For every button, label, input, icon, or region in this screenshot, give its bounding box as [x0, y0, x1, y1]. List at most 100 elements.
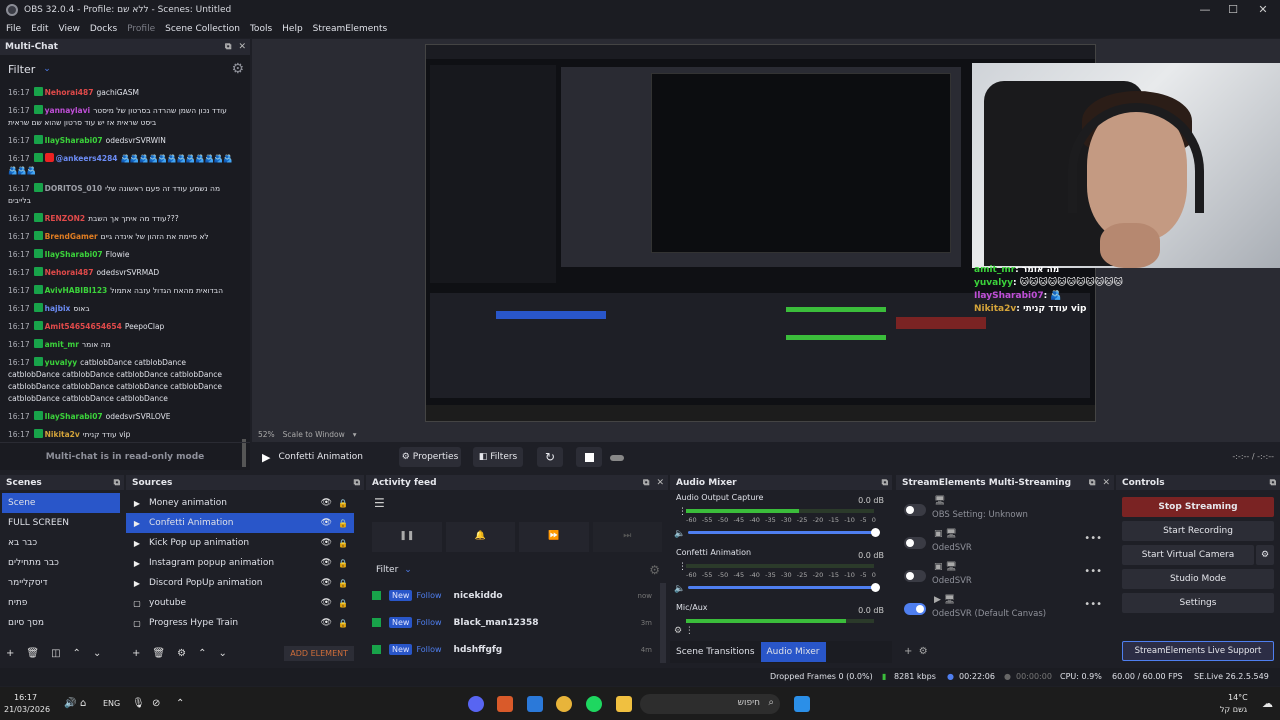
tab-audio-mixer[interactable]: Audio Mixer [760, 642, 826, 662]
menu-profile[interactable]: Profile [127, 24, 155, 34]
scrollbar[interactable] [660, 583, 666, 663]
network-icon[interactable]: ⌂ [80, 698, 86, 709]
chat-username[interactable]: Nehorai487 [45, 88, 94, 97]
bell-icon[interactable]: 🔔 [445, 522, 515, 552]
channel-menu-icon[interactable]: ⋮ [678, 562, 687, 572]
lock-icon[interactable]: 🔒 [338, 599, 348, 608]
trash-icon[interactable]: 🗑 [26, 648, 39, 659]
maximize-button[interactable]: ☐ [1218, 2, 1248, 18]
visibility-eye-icon[interactable]: 👁 [321, 518, 332, 528]
skip-icon[interactable]: ⏩ [519, 522, 589, 552]
source-item[interactable]: ▶ Money animation 👁 🔒 [126, 493, 354, 513]
live-support-button[interactable]: StreamElements Live Support [1122, 641, 1274, 661]
stream-toggle[interactable] [904, 570, 926, 582]
discord-icon[interactable] [468, 696, 484, 712]
gear-icon[interactable]: ⚙ [649, 558, 660, 582]
scene-item[interactable]: Scene [2, 493, 120, 513]
lock-icon[interactable]: 🔒 [338, 559, 348, 568]
mute-icon[interactable]: ⊘ [152, 698, 160, 709]
menu-docks[interactable]: Docks [90, 24, 117, 34]
down-icon[interactable]: ⌄ [93, 648, 101, 659]
chat-username[interactable]: yuvalyy [45, 358, 78, 367]
chat-username[interactable]: Amit54654654654 [45, 322, 122, 331]
lock-icon[interactable]: 🔒 [338, 579, 348, 588]
menu-view[interactable]: View [59, 24, 80, 34]
close-icon[interactable]: ✕ [656, 478, 664, 488]
start-virtual-camera-button[interactable]: Start Virtual Camera [1122, 545, 1254, 565]
close-icon[interactable]: ✕ [238, 42, 246, 52]
scene-item[interactable]: כבר בא [2, 533, 120, 553]
pause-icon[interactable]: ❚❚ [372, 522, 442, 552]
start-recording-button[interactable]: Start Recording [1122, 521, 1274, 541]
menu-edit[interactable]: Edit [31, 24, 48, 34]
more-icon[interactable]: ••• [1084, 566, 1102, 577]
lock-icon[interactable]: 🔒 [338, 539, 348, 548]
menu-help[interactable]: Help [282, 24, 303, 34]
visibility-eye-icon[interactable]: 👁 [321, 598, 332, 608]
more-icon[interactable]: ••• [1084, 599, 1102, 610]
lock-icon[interactable]: 🔒 [338, 519, 348, 528]
activity-item[interactable]: New Follow nicekiddo now [366, 582, 658, 609]
chat-username[interactable]: hajbix [45, 304, 71, 313]
mic-icon[interactable]: 🎙 [132, 698, 145, 709]
chat-username[interactable]: @ankeers4284 [56, 154, 118, 163]
tab-scene-transitions[interactable]: Scene Transitions [670, 647, 761, 657]
menu-streamelements[interactable]: StreamElements [313, 24, 388, 34]
float-icon[interactable]: ⧉ [114, 478, 120, 488]
volume-slider[interactable] [688, 528, 880, 537]
close-button[interactable]: ✕ [1248, 2, 1278, 18]
visibility-eye-icon[interactable]: 👁 [321, 538, 332, 548]
menu-scene-collection[interactable]: Scene Collection [165, 24, 240, 34]
close-icon[interactable]: ✕ [1102, 478, 1110, 488]
menu-icon[interactable]: ☰ [366, 490, 668, 516]
scene-item[interactable]: FULL SCREEN [2, 513, 120, 533]
windows-start-icon[interactable] [794, 696, 810, 712]
float-icon[interactable]: ⧉ [1089, 478, 1095, 488]
add-icon[interactable]: + [6, 648, 14, 659]
speaker-icon[interactable]: 🔈 [674, 529, 685, 539]
preview-area[interactable]: amit_mr: מה אומר yuvalyy: 🐱🐱🐱🐱🐱🐱🐱🐱🐱🐱🐱 Ilay… [252, 39, 1280, 442]
chat-username[interactable]: IlaySharabi07 [45, 136, 103, 145]
activity-item[interactable]: New Follow Black_man12358 3m [366, 609, 658, 636]
tray-expand-icon[interactable]: ⌃ [176, 698, 184, 709]
studio-mode-button[interactable]: Studio Mode [1122, 569, 1274, 589]
float-icon[interactable]: ⧉ [354, 478, 360, 488]
visibility-eye-icon[interactable]: 👁 [321, 578, 332, 588]
spotify-icon[interactable] [586, 696, 602, 712]
stream-toggle[interactable] [904, 537, 926, 549]
chat-username[interactable]: IlaySharabi07 [45, 250, 103, 259]
source-item[interactable]: ▶ Discord PopUp animation 👁 🔒 [126, 573, 354, 593]
restart-button[interactable]: ↻ [537, 447, 563, 467]
gear-icon[interactable]: ⚙ [231, 61, 244, 77]
obs-taskbar-icon[interactable] [497, 696, 513, 712]
down-icon[interactable]: ⌄ [218, 648, 226, 659]
volume-slider[interactable] [688, 583, 880, 592]
activity-item[interactable]: New Follow hdshffgfg 4m [366, 636, 658, 663]
next-icon[interactable]: ⏭ [592, 522, 662, 552]
stream-toggle[interactable] [904, 504, 926, 516]
menu-file[interactable]: File [6, 24, 21, 34]
filter-icon[interactable]: ◫ [51, 648, 60, 659]
source-item[interactable]: ▢ Progress Hype Train 👁 🔒 [126, 613, 354, 633]
scale-label[interactable]: Scale to Window [283, 430, 345, 439]
filters-button[interactable]: ◧ Filters [473, 447, 523, 467]
chrome-icon[interactable] [556, 696, 572, 712]
chat-username[interactable]: DORITOS_010 [45, 184, 102, 193]
properties-button[interactable]: ⚙ Properties [399, 447, 461, 467]
gear-icon[interactable]: ⚙ [177, 648, 186, 659]
scene-item[interactable]: פתיח [2, 593, 120, 613]
source-item[interactable]: ▶ Instagram popup animation 👁 🔒 [126, 553, 354, 573]
float-icon[interactable]: ⧉ [643, 478, 649, 488]
play-icon[interactable]: ▶ [262, 451, 270, 464]
language-indicator[interactable]: ENG [103, 699, 120, 708]
chat-username[interactable]: yannaylavi [45, 106, 90, 115]
source-item[interactable]: ▶ Confetti Animation 👁 🔒 [126, 513, 354, 533]
menu-tools[interactable]: Tools [250, 24, 272, 34]
add-element-button[interactable]: ADD ELEMENT [284, 645, 354, 661]
chat-username[interactable]: BrendGamer [45, 232, 98, 241]
apps-icon[interactable] [527, 696, 543, 712]
seek-slider[interactable] [610, 455, 624, 461]
settings-button[interactable]: Settings [1122, 593, 1274, 613]
add-icon[interactable]: + ⚙ [904, 646, 928, 657]
up-icon[interactable]: ⌃ [73, 648, 81, 659]
